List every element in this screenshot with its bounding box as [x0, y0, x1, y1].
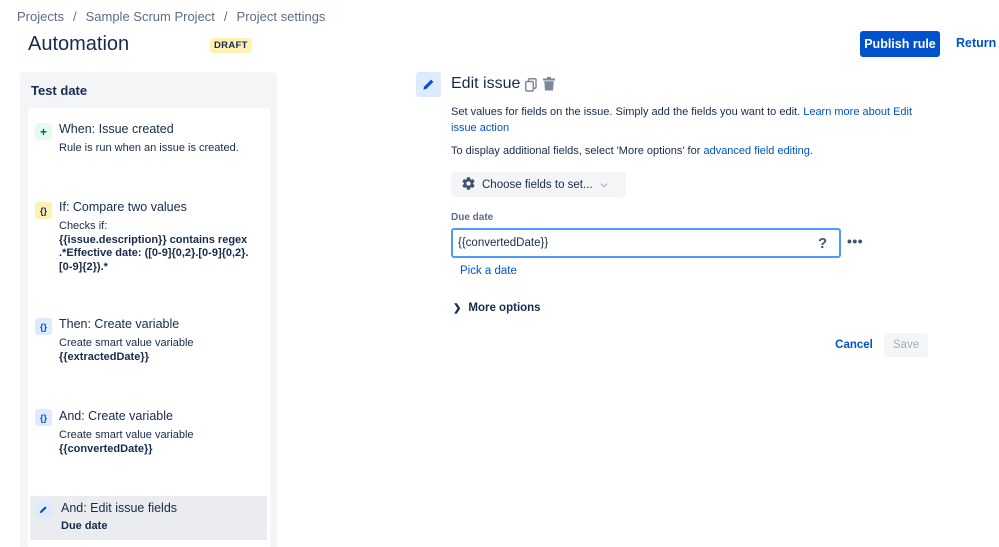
return-link[interactable]: Return to: [956, 36, 999, 50]
page-title: Automation: [28, 33, 130, 55]
step-title: And: Create variable: [59, 409, 173, 423]
rule-step-create-variable-2[interactable]: {} And: Create variable Create smart val…: [28, 408, 270, 456]
status-badge: DRAFT: [210, 38, 252, 53]
pencil-icon: [416, 72, 441, 97]
step-title: If: Compare two values: [59, 200, 187, 214]
breadcrumb: Projects / Sample Scrum Project / Projec…: [17, 9, 325, 24]
step-detail: {{extractedDate}}: [59, 350, 149, 363]
step-description: Create smart value variable {{extractedD…: [59, 337, 270, 364]
breadcrumb-projects[interactable]: Projects: [17, 9, 64, 24]
step-description: Due date: [61, 520, 267, 534]
step-description: Create smart value variable {{convertedD…: [59, 429, 270, 456]
advanced-field-editing-link[interactable]: advanced field editing: [703, 145, 809, 157]
step-detail: Due date: [61, 520, 108, 532]
gear-icon: [461, 176, 476, 194]
choose-fields-button[interactable]: Choose fields to set... ⌵: [451, 172, 626, 197]
rule-step-condition[interactable]: {} If: Compare two values Checks if: {{i…: [28, 199, 270, 274]
more-options-toggle[interactable]: ❯ More options: [453, 302, 541, 314]
step-title: And: Edit issue fields: [61, 501, 178, 515]
cancel-button[interactable]: Cancel: [830, 333, 878, 357]
rule-panel: Test date + When: Issue created Rule is …: [20, 72, 277, 547]
more-options-label: More options: [468, 302, 541, 314]
braces-icon: {}: [35, 202, 52, 219]
additional-fields-text: To display additional fields, select 'Mo…: [451, 145, 813, 157]
breadcrumb-settings[interactable]: Project settings: [237, 9, 326, 24]
step-detail: {{convertedDate}}: [59, 442, 153, 455]
step-description: Checks if: {{issue.description}} contain…: [59, 220, 259, 274]
rule-step-trigger[interactable]: + When: Issue created Rule is run when a…: [28, 121, 270, 156]
step-description-text: Checks if:: [59, 220, 108, 232]
rule-name: Test date: [31, 83, 88, 98]
pencil-icon: [35, 501, 52, 518]
rule-step-edit-issue[interactable]: And: Edit issue fields Due date: [30, 496, 267, 540]
save-button[interactable]: Save: [884, 333, 928, 357]
additional-fields-text-label: To display additional fields, select 'Mo…: [451, 145, 701, 157]
breadcrumb-separator: /: [223, 9, 228, 24]
trash-icon[interactable]: [543, 77, 555, 96]
rule-step-list: + When: Issue created Rule is run when a…: [28, 108, 270, 547]
rule-step-create-variable-1[interactable]: {} Then: Create variable Create smart va…: [28, 316, 270, 364]
breadcrumb-separator: /: [72, 9, 77, 24]
more-actions-icon[interactable]: •••: [847, 233, 863, 249]
publish-rule-button[interactable]: Publish rule: [860, 31, 940, 57]
period: .: [809, 145, 813, 157]
step-description-text: Create smart value variable: [59, 429, 194, 441]
due-date-label: Due date: [451, 212, 494, 223]
step-description-text: Create smart value variable: [59, 337, 194, 349]
editor-title: Edit issue: [451, 75, 521, 92]
breadcrumb-project[interactable]: Sample Scrum Project: [86, 9, 215, 24]
editor-description: Set values for fields on the issue. Simp…: [451, 104, 931, 136]
editor-description-text: Set values for fields on the issue. Simp…: [451, 106, 801, 118]
step-description: Rule is run when an issue is created.: [59, 142, 239, 154]
braces-icon: {}: [35, 409, 52, 426]
chevron-right-icon: ❯: [453, 303, 462, 314]
step-title: When: Issue created: [59, 122, 174, 136]
chevron-down-icon: ⌵: [600, 179, 608, 189]
help-icon[interactable]: ?: [818, 235, 827, 252]
plus-icon: +: [35, 123, 52, 140]
braces-icon: {}: [35, 318, 52, 335]
copy-icon[interactable]: [525, 78, 537, 97]
pick-a-date-link[interactable]: Pick a date: [460, 265, 517, 277]
step-detail: {{issue.description}} contains regex .*E…: [59, 233, 249, 273]
choose-fields-label: Choose fields to set...: [482, 178, 593, 191]
due-date-field[interactable]: {{convertedDate}}: [451, 228, 841, 258]
step-title: Then: Create variable: [59, 317, 180, 331]
